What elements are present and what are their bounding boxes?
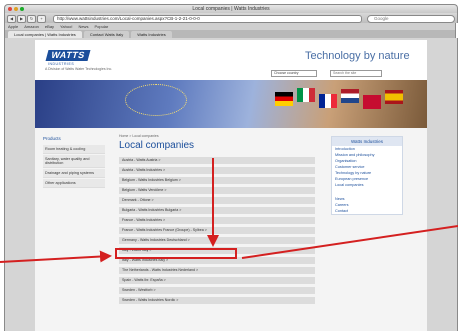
nav-buttons: ◀ ▶ ↻ + bbox=[7, 15, 46, 23]
web-page: WATTS INDUSTRIES A Division of Watts Wat… bbox=[35, 40, 427, 331]
sidebar-heading: Products bbox=[43, 136, 61, 141]
flag-graphic bbox=[275, 92, 293, 106]
breadcrumb[interactable]: Home > Local companies bbox=[119, 134, 315, 138]
tab-bar: Local companies | Watts Industries Conta… bbox=[4, 30, 456, 38]
sidebar-item[interactable]: Other applications bbox=[43, 179, 105, 188]
about-panel: Watts Industries Introduction Mission an… bbox=[331, 136, 403, 215]
company-row[interactable]: Belgium - Watts Industries Belgium > bbox=[119, 177, 315, 184]
logo-tagline: A Division of Watts Water Technologies I… bbox=[45, 67, 113, 71]
forward-arrow-icon[interactable]: ▶ bbox=[17, 15, 26, 23]
company-row[interactable]: The Netherlands - Watts Industries Neder… bbox=[119, 267, 315, 274]
bookmark-item[interactable]: Popular bbox=[94, 24, 108, 29]
bookmark-item[interactable]: Apple bbox=[8, 24, 18, 29]
site-search-input[interactable]: Search the site bbox=[330, 70, 382, 77]
flag-graphic bbox=[385, 90, 403, 104]
zoom-window-icon[interactable] bbox=[20, 7, 24, 11]
company-row[interactable]: Austria - Watts Industries > bbox=[119, 167, 315, 174]
site-tagline: Technology by nature bbox=[305, 50, 410, 62]
bookmark-item[interactable]: eBay bbox=[45, 24, 54, 29]
bookmarks-bar: Apple Amazon eBay Yahoo! News Popular bbox=[4, 23, 456, 30]
company-row[interactable]: Belgium - Watts Vendôme > bbox=[119, 187, 315, 194]
sidebar-item[interactable]: Drainage and piping systems bbox=[43, 169, 105, 178]
company-row[interactable]: France - Watts Industries France (Groupe… bbox=[119, 227, 315, 234]
company-row[interactable]: Austria - Watts Austria > bbox=[119, 157, 315, 164]
bookmark-item[interactable]: News bbox=[78, 24, 88, 29]
browser-tab[interactable]: Contact Watts Italy bbox=[83, 31, 130, 38]
flag-graphic bbox=[319, 94, 337, 108]
browser-tab[interactable]: Watts Industries bbox=[131, 31, 172, 38]
company-row[interactable]: Bulgaria - Watts Industries Bulgaria > bbox=[119, 207, 315, 214]
sidebar-item[interactable]: Room heating & cooling bbox=[43, 145, 105, 154]
bookmark-item[interactable]: Amazon bbox=[24, 24, 39, 29]
bookmark-item[interactable]: Yahoo! bbox=[60, 24, 72, 29]
logo-subtitle: INDUSTRIES bbox=[48, 62, 75, 66]
company-row[interactable]: Sweden - Watts Industries Nordic > bbox=[119, 297, 315, 304]
flag-graphic bbox=[363, 95, 381, 109]
browser-toolbar: ◀ ▶ ↻ + http://www.wattsindustries.com/L… bbox=[4, 13, 458, 23]
highlight-box bbox=[115, 248, 237, 259]
company-row[interactable]: Spain - Watts Ibr. España > bbox=[119, 277, 315, 284]
site-header: WATTS INDUSTRIES A Division of Watts Wat… bbox=[35, 40, 427, 80]
watts-logo[interactable]: WATTS bbox=[45, 50, 91, 61]
flag-graphic bbox=[297, 88, 315, 102]
eu-stars-graphic bbox=[125, 84, 187, 116]
company-row[interactable]: France - Watts Industries > bbox=[119, 217, 315, 224]
reload-icon[interactable]: ↻ bbox=[27, 15, 36, 23]
country-select[interactable]: Choose country bbox=[271, 70, 317, 77]
company-row[interactable]: Germany - Watts Industries Deutschland > bbox=[119, 237, 315, 244]
products-sidebar: Products Room heating & cooling Sanitary… bbox=[43, 136, 105, 189]
back-arrow-icon[interactable]: ◀ bbox=[7, 15, 16, 23]
window-controls[interactable] bbox=[8, 7, 24, 11]
browser-tab[interactable]: Local companies | Watts Industries bbox=[8, 31, 82, 38]
browser-search-input[interactable]: Google bbox=[367, 14, 455, 23]
about-link[interactable]: Contact bbox=[332, 208, 402, 214]
flag-graphic bbox=[341, 89, 359, 103]
close-window-icon[interactable] bbox=[8, 7, 12, 11]
content-area: Products Room heating & cooling Sanitary… bbox=[35, 128, 427, 331]
page-viewport: WATTS INDUSTRIES A Division of Watts Wat… bbox=[4, 38, 458, 331]
address-bar[interactable]: http://www.wattsindustries.com/Local-com… bbox=[53, 14, 362, 23]
sidebar-item[interactable]: Sanitary, water quality and distribution bbox=[43, 155, 105, 168]
about-panel-heading: Watts Industries bbox=[332, 137, 402, 146]
page-title: Local companies bbox=[119, 140, 195, 151]
main-content: Home > Local companies Local companies A… bbox=[119, 134, 315, 307]
header-banner-image bbox=[35, 80, 427, 128]
window-title: Local companies | Watts Industries bbox=[192, 6, 270, 12]
minimize-window-icon[interactable] bbox=[14, 7, 18, 11]
company-row[interactable]: Denmark - Ottone > bbox=[119, 197, 315, 204]
add-bookmark-icon[interactable]: + bbox=[37, 15, 46, 23]
company-row[interactable]: Sweden - Westforb > bbox=[119, 287, 315, 294]
